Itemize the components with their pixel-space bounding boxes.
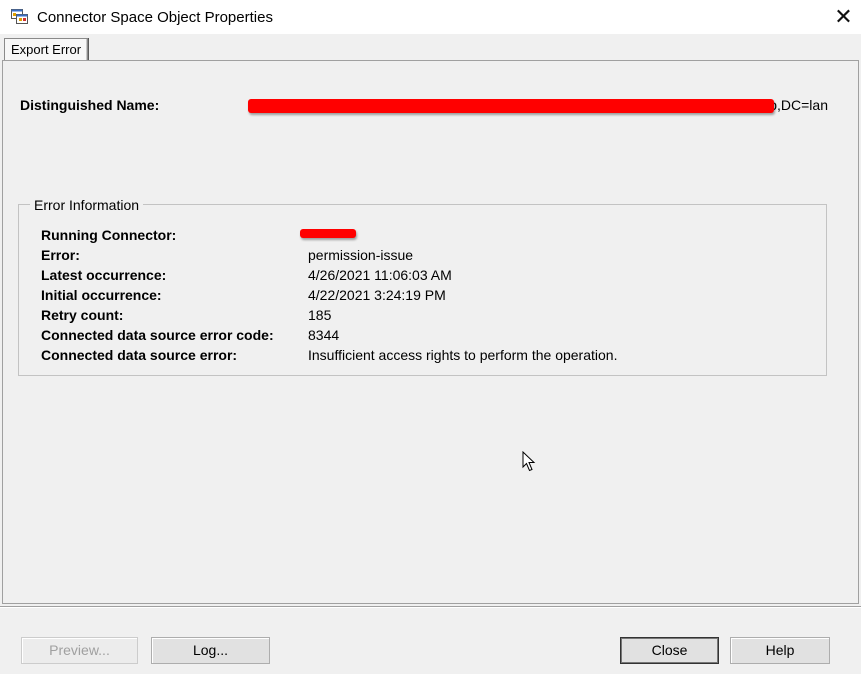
log-button[interactable]: Log... (151, 637, 270, 664)
footer-separator (0, 606, 861, 608)
running-connector-label: Running Connector: (41, 227, 177, 243)
retry-count-label: Retry count: (41, 307, 124, 323)
bottom-edge (0, 668, 861, 674)
close-button[interactable]: Close (620, 637, 719, 664)
properties-window: Connector Space Object Properties ✕ Expo… (0, 0, 861, 674)
help-button[interactable]: Help (730, 637, 830, 664)
window-title: Connector Space Object Properties (37, 9, 273, 26)
title-bar[interactable]: Connector Space Object Properties ✕ (0, 0, 861, 34)
tab-export-error[interactable]: Export Error (4, 38, 89, 60)
app-window-icon (11, 9, 28, 24)
redaction-mark (300, 229, 356, 238)
mouse-pointer-icon (522, 451, 536, 472)
initial-occurrence-value: 4/22/2021 3:24:19 PM (308, 287, 446, 303)
redaction-mark (248, 99, 774, 113)
preview-button[interactable]: Preview... (21, 637, 138, 664)
initial-occurrence-label: Initial occurrence: (41, 287, 162, 303)
close-icon[interactable]: ✕ (826, 0, 861, 34)
data-source-error-label: Connected data source error: (41, 347, 238, 363)
error-value: permission-issue (308, 247, 414, 263)
distinguished-name-label: Distinguished Name: (20, 97, 160, 113)
data-source-error-value: Insufficient access rights to perform th… (308, 347, 618, 363)
error-label: Error: (41, 247, 80, 263)
latest-occurrence-value: 4/26/2021 11:06:03 AM (308, 267, 452, 283)
error-code-value: 8344 (308, 327, 340, 343)
error-code-label: Connected data source error code: (41, 327, 274, 343)
retry-count-value: 185 (308, 307, 332, 323)
group-title: Error Information (30, 197, 144, 213)
latest-occurrence-label: Latest occurrence: (41, 267, 167, 283)
